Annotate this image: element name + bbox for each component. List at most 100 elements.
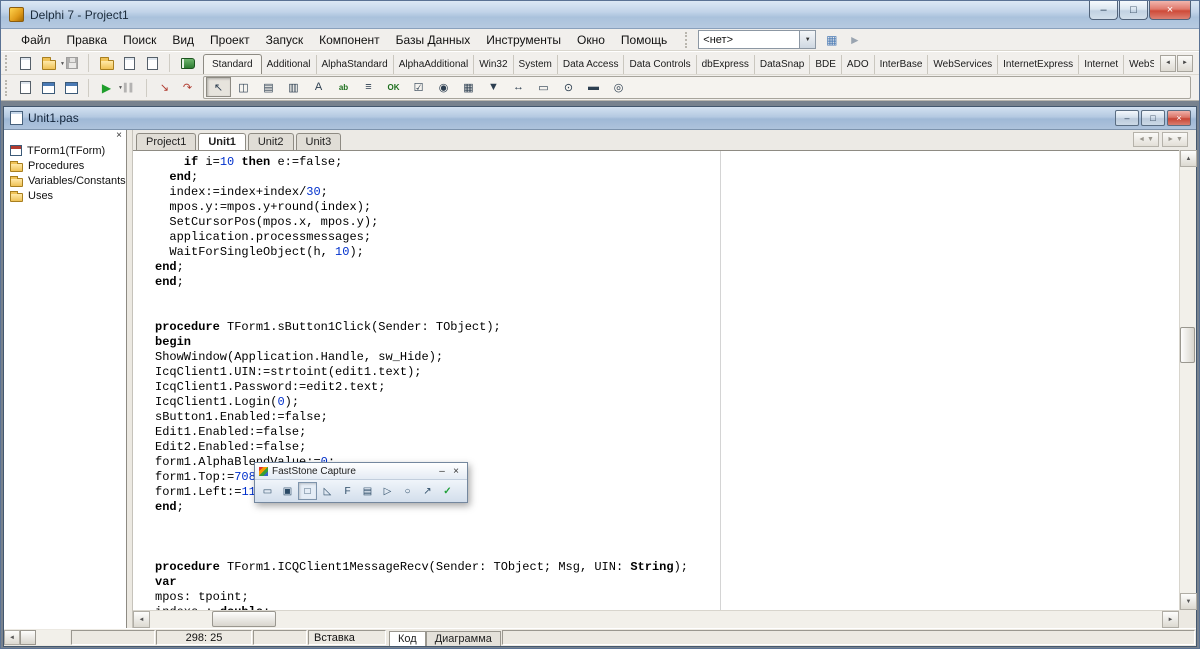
- code-area[interactable]: if i=10 then e:=false; end; index:=index…: [133, 150, 1179, 610]
- combo-dropdown-icon[interactable]: ▼: [799, 31, 816, 48]
- menu-search[interactable]: Поиск: [115, 29, 164, 50]
- menu-database[interactable]: Базы Данных: [388, 29, 479, 50]
- step-over-button[interactable]: ↷: [176, 77, 199, 98]
- listbox-component[interactable]: ▦: [456, 77, 481, 97]
- open-file-button[interactable]: ▼: [37, 53, 65, 74]
- menu-component[interactable]: Компонент: [311, 29, 388, 50]
- palette-scroll-left-button[interactable]: ◄: [1160, 54, 1176, 72]
- faststone-titlebar[interactable]: FastStone Capture – ×: [255, 463, 467, 479]
- explorer-item[interactable]: Variables/Constants: [4, 173, 126, 188]
- label-component[interactable]: A: [306, 77, 331, 97]
- editor-close-button[interactable]: ×: [1167, 110, 1191, 126]
- help-contents-button[interactable]: [176, 53, 199, 74]
- radiobutton-component[interactable]: ◉: [431, 77, 456, 97]
- palette-tab-interbase[interactable]: InterBase: [875, 55, 929, 74]
- popupmenu-component[interactable]: ▥: [281, 77, 306, 97]
- pointer-tool[interactable]: ↖: [206, 77, 231, 97]
- palette-tab-alphastandard[interactable]: AlphaStandard: [317, 55, 394, 74]
- scroll-down-icon[interactable]: ▼: [1180, 593, 1197, 610]
- palette-tab-internet[interactable]: Internet: [1079, 55, 1125, 74]
- explorer-item[interactable]: Procedures: [4, 158, 126, 173]
- scroll-left-icon[interactable]: ◄: [133, 611, 150, 628]
- capture-fullscreen-icon[interactable]: F: [338, 482, 357, 500]
- palette-tab-bde[interactable]: BDE: [810, 55, 842, 74]
- vertical-scrollbar[interactable]: ▲ ▼: [1179, 150, 1197, 610]
- trace-into-button[interactable]: ↘: [153, 77, 176, 98]
- capture-scrolling-icon[interactable]: ▤: [358, 482, 377, 500]
- vertical-scroll-track[interactable]: [1180, 167, 1196, 593]
- menu-window[interactable]: Окно: [569, 29, 613, 50]
- menu-project[interactable]: Проект: [202, 29, 258, 50]
- scroll-left-icon[interactable]: ◄: [4, 630, 20, 645]
- view-forms-button[interactable]: [37, 77, 60, 98]
- radiogroup-component[interactable]: ⊙: [556, 77, 581, 97]
- actionlist-component[interactable]: ◎: [606, 77, 631, 97]
- horizontal-scroll-thumb[interactable]: [212, 611, 276, 627]
- save-file-button[interactable]: [60, 53, 83, 74]
- checkbox-component[interactable]: ☑: [406, 77, 431, 97]
- browse-forward-button[interactable]: ► ▼: [1162, 132, 1188, 147]
- desktop-layout-combo[interactable]: <нет> ▼: [698, 30, 817, 49]
- faststone-close-button[interactable]: ×: [449, 465, 463, 477]
- menu-help[interactable]: Помощь: [613, 29, 675, 50]
- mainmenu-component[interactable]: ▤: [256, 77, 281, 97]
- menu-edit[interactable]: Правка: [59, 29, 116, 50]
- titlebar[interactable]: Delphi 7 - Project1 – □ ×: [1, 1, 1199, 29]
- palette-tab-websnap[interactable]: WebSnap: [1124, 55, 1154, 74]
- editor-minimize-button[interactable]: –: [1115, 110, 1139, 126]
- palette-scroll-right-button[interactable]: ►: [1177, 54, 1193, 72]
- capture-window-icon[interactable]: ▣: [278, 482, 297, 500]
- capture-rectangle-icon[interactable]: ▭: [258, 482, 277, 500]
- open-project-button[interactable]: [95, 53, 118, 74]
- color-picker-icon[interactable]: ↗: [418, 482, 437, 500]
- set-debug-desktop-icon[interactable]: ►: [843, 30, 866, 50]
- editor-tab-unit1[interactable]: Unit1: [198, 133, 246, 150]
- palette-tab-standard[interactable]: Standard: [203, 54, 262, 74]
- palette-tab-alphaadditional[interactable]: AlphaAdditional: [394, 55, 475, 74]
- open-file-icon[interactable]: ▷: [378, 482, 397, 500]
- combobox-component[interactable]: ▼: [481, 77, 506, 97]
- editor-titlebar[interactable]: Unit1.pas – □ ×: [4, 107, 1196, 130]
- palette-tab-datasnap[interactable]: DataSnap: [755, 55, 811, 74]
- explorer-hscrollbar[interactable]: ◄: [4, 630, 70, 645]
- scroll-up-icon[interactable]: ▲: [1180, 150, 1197, 167]
- view-tab-code[interactable]: Код: [389, 631, 426, 646]
- palette-tab-system[interactable]: System: [514, 55, 558, 74]
- panel-component[interactable]: ▬: [581, 77, 606, 97]
- magnifier-icon[interactable]: ○: [398, 482, 417, 500]
- explorer-close-icon[interactable]: ×: [116, 131, 122, 141]
- menu-run[interactable]: Запуск: [258, 29, 312, 50]
- faststone-minimize-button[interactable]: –: [435, 465, 449, 477]
- save-desktop-icon[interactable]: ▦: [820, 30, 843, 50]
- menu-view[interactable]: Вид: [164, 29, 202, 50]
- view-units-button[interactable]: [14, 77, 37, 98]
- explorer-item[interactable]: TForm1(TForm): [4, 143, 126, 158]
- horizontal-scrollbar[interactable]: ◄ ►: [133, 610, 1179, 628]
- menu-tools[interactable]: Инструменты: [478, 29, 569, 50]
- memo-component[interactable]: ≡: [356, 77, 381, 97]
- capture-freehand-icon[interactable]: ◺: [318, 482, 337, 500]
- close-button[interactable]: ×: [1149, 1, 1191, 20]
- palette-tab-internetexpress[interactable]: InternetExpress: [998, 55, 1080, 74]
- new-items-button[interactable]: [14, 53, 37, 74]
- palette-tab-data-access[interactable]: Data Access: [558, 55, 625, 74]
- settings-icon[interactable]: ✓: [438, 482, 457, 500]
- explorer-scroll-track[interactable]: [36, 630, 70, 645]
- horizontal-scroll-track[interactable]: [150, 611, 1162, 628]
- view-tab-diagram[interactable]: Диаграмма: [425, 631, 501, 646]
- editor-tab-unit2[interactable]: Unit2: [247, 133, 294, 150]
- editor-tab-unit3[interactable]: Unit3: [295, 133, 342, 150]
- groupbox-component[interactable]: ▭: [531, 77, 556, 97]
- explorer-scroll-thumb[interactable]: [20, 630, 36, 645]
- editor-maximize-button[interactable]: □: [1141, 110, 1165, 126]
- palette-tab-dbexpress[interactable]: dbExpress: [697, 55, 755, 74]
- faststone-capture-window[interactable]: FastStone Capture – × ▭ ▣ □ ◺ F ▤ ▷ ○ ↗ ✓: [254, 462, 468, 503]
- menu-file[interactable]: Файл: [13, 29, 59, 50]
- explorer-item[interactable]: Uses: [4, 188, 126, 203]
- minimize-button[interactable]: –: [1089, 1, 1118, 20]
- capture-region-icon[interactable]: □: [298, 482, 317, 500]
- run-button[interactable]: ▶ ▼: [95, 77, 123, 98]
- scrollbar-component[interactable]: ↔: [506, 77, 531, 97]
- scroll-right-icon[interactable]: ►: [1162, 611, 1179, 628]
- editor-tab-project1[interactable]: Project1: [136, 133, 197, 150]
